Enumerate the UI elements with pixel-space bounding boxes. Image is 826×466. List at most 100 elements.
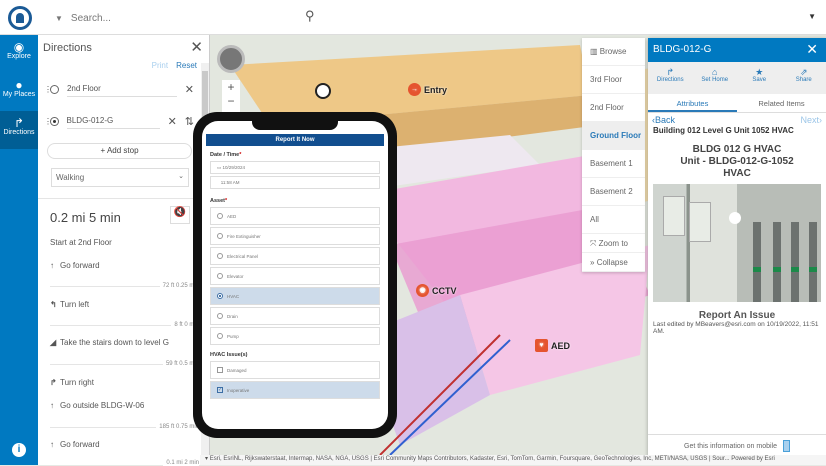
double-chevron-icon: » (590, 258, 594, 267)
route-step[interactable]: ↰Turn left (50, 300, 89, 309)
travel-mode-select[interactable]: Walking⌄ (51, 168, 189, 187)
last-edited: Last edited by MBeavers@esri.com on 10/1… (648, 321, 826, 335)
travel-mode-value: Walking (56, 173, 84, 182)
powered-by-link[interactable]: Powered by Esri (731, 456, 775, 462)
search-box[interactable]: ▼ Search... ⚲ (55, 8, 325, 28)
option-label: Damaged (227, 368, 247, 373)
nav-label: Directions (3, 129, 34, 136)
map-label-entry[interactable]: →Entry (408, 83, 447, 96)
turn-right-icon: ↱ (0, 116, 38, 129)
nav-explore[interactable]: ◉Explore (0, 35, 38, 73)
asset-option[interactable]: AED (210, 207, 380, 225)
asset-option[interactable]: Drain (210, 307, 380, 325)
compass-icon: ◉ (0, 40, 38, 53)
directions-panel: Directions ✕ PrintReset ⋮2nd Floor✕ ⋮BLD… (38, 35, 210, 465)
clear-icon[interactable]: ✕ (185, 83, 194, 96)
asset-option[interactable]: Pump (210, 327, 380, 345)
info-icon[interactable]: i (12, 443, 26, 457)
next-button[interactable]: Next› (800, 115, 822, 125)
print-link[interactable]: Print (152, 61, 168, 70)
tab-attributes[interactable]: Attributes (648, 94, 737, 112)
floor-item-active[interactable]: Ground Floor (582, 122, 645, 150)
stop-input[interactable]: BLDG-012-G (67, 113, 160, 129)
back-button[interactable]: ‹Back (652, 115, 675, 125)
stop-input[interactable]: 2nd Floor (67, 81, 177, 97)
nav-directions[interactable]: ↱Directions (0, 111, 38, 149)
feature-title-line: BLDG 012 G HVAC (648, 144, 826, 156)
add-stop-button[interactable]: + Add stop (47, 143, 192, 159)
pin-icon: ● (0, 78, 38, 91)
stop-origin[interactable]: ⋮2nd Floor✕ (44, 78, 194, 100)
option-label: Fire Extinguisher (227, 234, 261, 239)
share-button[interactable]: ⇗Share (782, 62, 826, 94)
date-input[interactable]: ▭ 10/29/2024 (210, 161, 380, 174)
set-home-button[interactable]: ⌂Set Home (693, 62, 738, 94)
feature-heading: Building 012 Level G Unit 1052 HVAC (648, 125, 826, 136)
close-icon[interactable]: ✕ (806, 41, 818, 58)
mobile-phone-icon (783, 440, 790, 452)
route-step[interactable]: ↑Go forward (50, 440, 100, 449)
issue-checkbox-checked[interactable]: ✓Inoperative (210, 381, 380, 399)
option-label: Drain (227, 314, 238, 319)
step-text: Go outside BLDG-W-06 (60, 401, 144, 410)
swap-icon[interactable]: ⇅ (185, 115, 194, 128)
filter-caret-icon[interactable]: ▼ (55, 14, 63, 23)
feature-title-line: HVAC (648, 168, 826, 180)
zoom-out-button[interactable]: − (222, 94, 240, 108)
asset-option[interactable]: Elevator (210, 267, 380, 285)
action-label: Save (752, 77, 766, 83)
report-issue-link[interactable]: Report An Issue (648, 310, 826, 321)
step-text: Turn left (60, 300, 89, 309)
action-label: Share (796, 77, 812, 83)
clear-icon[interactable]: ✕ (168, 115, 177, 128)
directions-button[interactable]: ↱Directions (648, 62, 693, 94)
back-label: Back (655, 115, 675, 125)
route-step[interactable]: ↱Turn right (50, 378, 94, 387)
route-step[interactable]: ↑Go outside BLDG-W-06 (50, 401, 144, 410)
star-icon: ★ (737, 67, 782, 77)
compass-button[interactable] (217, 45, 245, 73)
divider (38, 198, 202, 199)
close-icon[interactable]: ✕ (190, 38, 203, 56)
zoom-to-button[interactable]: ⤧ Zoom to (582, 234, 645, 253)
zoom-to-label: Zoom to (599, 239, 628, 248)
search-input[interactable]: Search... (71, 13, 111, 24)
collapse-button[interactable]: » Collapse (582, 253, 645, 272)
label-text: CCTV (432, 286, 457, 296)
save-button[interactable]: ★Save (737, 62, 782, 94)
report-form: Report It Now Date / Time* ▭ 10/29/2024 … (202, 121, 388, 429)
tab-related-items[interactable]: Related Items (737, 94, 826, 112)
step-text: Turn right (60, 378, 94, 387)
map-label-cctv[interactable]: ◉CCTV (416, 284, 457, 297)
zoom-in-button[interactable]: + (222, 80, 240, 94)
browse-button[interactable]: ▥ Browse (582, 38, 645, 66)
floor-picker: ▥ Browse 3rd Floor 2nd Floor Ground Floo… (582, 38, 645, 272)
floor-item[interactable]: 2nd Floor (582, 94, 645, 122)
issues-label: HVAC Issue(s) (210, 352, 380, 358)
route-step[interactable]: ◢Take the stairs down to level G (50, 338, 169, 347)
asset-option[interactable]: Fire Extinguisher (210, 227, 380, 245)
menu-caret-icon[interactable]: ▼ (808, 12, 816, 21)
floor-item[interactable]: 3rd Floor (582, 66, 645, 94)
mute-button[interactable]: 🔇 (170, 206, 190, 224)
floor-item[interactable]: Basement 2 (582, 178, 645, 206)
map-label-aed[interactable]: ♥AED (535, 339, 570, 352)
issue-checkbox[interactable]: Damaged (210, 361, 380, 379)
option-label: Inoperative (227, 388, 249, 393)
browse-label: Browse (600, 47, 627, 56)
floor-item[interactable]: All (582, 206, 645, 234)
form-title: Report It Now (206, 134, 384, 146)
action-label: Directions (657, 77, 684, 83)
floor-item[interactable]: Basement 1 (582, 150, 645, 178)
asset-option-selected[interactable]: HVAC (210, 287, 380, 305)
attribution-text: Esri, EsriNL, Rijkswaterstaat, Intermap,… (210, 456, 730, 462)
asset-option[interactable]: Electrical Panel (210, 247, 380, 265)
reset-link[interactable]: Reset (176, 61, 197, 70)
time-input[interactable]: 11:58 AM (210, 176, 380, 189)
arrow-up-icon: ↑ (50, 440, 60, 449)
search-icon[interactable]: ⚲ (305, 8, 315, 24)
stop-destination[interactable]: ⋮BLDG-012-G✕⇅ (44, 110, 194, 132)
label-text: AED (551, 341, 570, 351)
nav-my-places[interactable]: ●My Places (0, 73, 38, 111)
route-step[interactable]: ↑Go forward (50, 261, 100, 270)
